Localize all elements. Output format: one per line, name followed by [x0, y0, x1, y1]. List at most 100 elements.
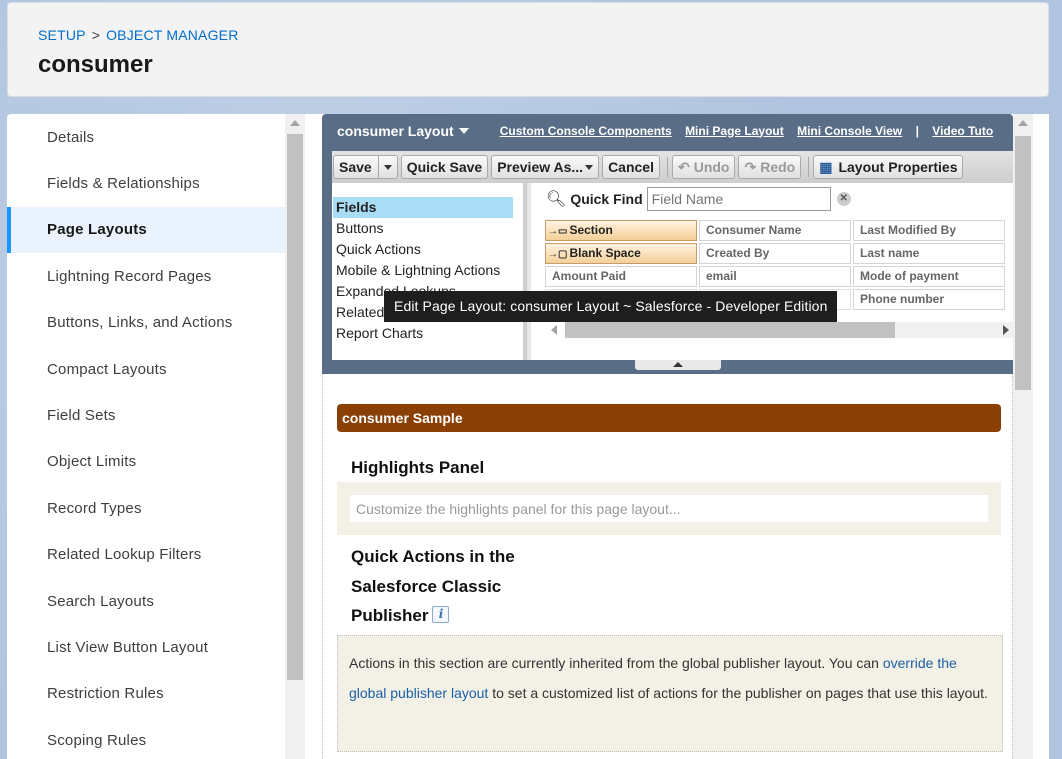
- scroll-up-arrow-icon[interactable]: [1018, 120, 1028, 126]
- redo-label: Redo: [760, 159, 796, 175]
- sidebar-item-compact-layouts[interactable]: Compact Layouts: [7, 346, 285, 392]
- custom-console-components-link[interactable]: Custom Console Components: [500, 124, 672, 138]
- sidebar-item-label: Object Limits: [47, 453, 137, 471]
- collapse-palette-handle[interactable]: [635, 360, 721, 370]
- search-icon: 🔍︎: [546, 191, 567, 208]
- sidebar-item-label: Record Types: [47, 499, 142, 517]
- layout-properties-label: Layout Properties: [838, 159, 958, 175]
- palette-field[interactable]: Amount Paid: [545, 266, 697, 287]
- scroll-left-arrow-icon[interactable]: [551, 325, 557, 335]
- layout-toolbar: Save Quick Save Preview As... Cancel ↶ Un…: [332, 151, 1013, 183]
- layout-selector[interactable]: consumer Layout: [337, 123, 469, 139]
- layout-editor-links: Custom Console Components Mini Page Layo…: [500, 124, 1003, 138]
- quick-actions-title-text: Publisher: [351, 606, 429, 625]
- main-scrollbar[interactable]: [1013, 114, 1033, 759]
- scroll-right-arrow-icon[interactable]: [1003, 325, 1009, 335]
- clear-icon[interactable]: ✕: [836, 192, 851, 206]
- preview-as-label: Preview As...: [497, 159, 584, 175]
- layout-editor-title-bar: consumer Layout Custom Console Component…: [322, 114, 1013, 147]
- scroll-up-arrow-icon[interactable]: [290, 120, 300, 126]
- mini-page-layout-link[interactable]: Mini Page Layout: [685, 124, 784, 138]
- undo-label: Undo: [693, 159, 730, 175]
- sidebar-scroll-thumb[interactable]: [287, 134, 303, 680]
- page-edge: [1033, 114, 1049, 759]
- palette-item-label: Blank Space: [569, 246, 641, 260]
- sidebar-item-buttons-links-actions[interactable]: Buttons, Links, and Actions: [7, 300, 285, 346]
- quick-actions-text: Actions in this section are currently in…: [349, 655, 883, 671]
- sidebar-item-lightning-record-pages[interactable]: Lightning Record Pages: [7, 253, 285, 299]
- breadcrumb-setup-link[interactable]: SETUP: [38, 27, 86, 43]
- sidebar-item-related-lookup-filters[interactable]: Related Lookup Filters: [7, 532, 285, 578]
- palette-field[interactable]: Created By: [699, 243, 851, 264]
- sidebar-item-label: Buttons, Links, and Actions: [47, 314, 233, 332]
- field-grid-row: →▢ Blank Space Created By Last name: [545, 243, 1007, 264]
- sidebar-scrollbar[interactable]: [285, 114, 305, 759]
- sidebar-item-label: Related Lookup Filters: [47, 546, 202, 564]
- palette-scroll-thumb[interactable]: [565, 322, 895, 338]
- palette-field[interactable]: email: [699, 266, 851, 287]
- sidebar: Details Fields & Relationships Page Layo…: [7, 114, 285, 759]
- quick-find-input[interactable]: [646, 187, 831, 211]
- sidebar-item-details[interactable]: Details: [7, 114, 285, 160]
- link-separator: |: [915, 123, 919, 138]
- sidebar-item-label: Compact Layouts: [47, 360, 167, 378]
- layout-properties-button[interactable]: ▦ Layout Properties: [813, 155, 964, 179]
- sidebar-item-label: Page Layouts: [47, 221, 147, 239]
- field-grid-row: →▭ Section Consumer Name Last Modified By: [545, 220, 1007, 241]
- undo-button[interactable]: ↶ Undo: [671, 155, 736, 179]
- breadcrumb-object-manager-link[interactable]: OBJECT MANAGER: [106, 27, 238, 43]
- sidebar-item-label: Details: [47, 128, 95, 146]
- palette-category-quick-actions[interactable]: Quick Actions: [332, 239, 523, 260]
- info-icon[interactable]: i: [432, 606, 450, 623]
- palette-category-report-charts[interactable]: Report Charts: [332, 323, 523, 344]
- quick-actions-title-line: Quick Actions in the: [351, 547, 515, 566]
- sidebar-item-label: Scoping Rules: [47, 731, 147, 749]
- palette-category-buttons[interactable]: Buttons: [332, 218, 523, 239]
- palette-field[interactable]: Mode of payment: [853, 266, 1005, 287]
- palette-item-section[interactable]: →▭ Section: [545, 220, 697, 241]
- section-icon: →▭: [548, 226, 568, 237]
- save-button[interactable]: Save: [333, 155, 398, 179]
- toolbar-divider: [666, 157, 668, 177]
- chevron-down-icon: [383, 164, 392, 170]
- sidebar-item-restriction-rules[interactable]: Restriction Rules: [7, 671, 285, 717]
- cancel-button[interactable]: Cancel: [602, 155, 660, 179]
- redo-button[interactable]: ↷ Redo: [738, 155, 802, 179]
- save-dropdown[interactable]: [377, 156, 392, 178]
- preview-as-button[interactable]: Preview As...: [491, 155, 600, 179]
- tooltip: Edit Page Layout: consumer Layout ~ Sale…: [384, 291, 838, 322]
- quick-save-button[interactable]: Quick Save: [400, 155, 489, 179]
- sidebar-item-object-limits[interactable]: Object Limits: [7, 439, 285, 485]
- main-content: consumer Layout Custom Console Component…: [305, 114, 1049, 759]
- palette-field[interactable]: Last Modified By: [853, 220, 1005, 241]
- palette-item-blank-space[interactable]: →▢ Blank Space: [545, 243, 697, 264]
- toolbar-divider: [808, 157, 810, 177]
- sidebar-item-fields-relationships[interactable]: Fields & Relationships: [7, 160, 285, 206]
- palette-fields-panel: 🔍︎ Quick Find ✕ →▭Section Consumer Name …: [531, 183, 1013, 360]
- sidebar-item-page-layouts[interactable]: Page Layouts: [7, 206, 285, 254]
- sidebar-item-list-view-button-layout[interactable]: List View Button Layout: [7, 624, 285, 670]
- redo-icon: ↷: [744, 158, 757, 175]
- palette-field[interactable]: Last name: [853, 243, 1005, 264]
- page-header: SETUP > OBJECT MANAGER consumer: [7, 2, 1049, 97]
- chevron-down-icon: [585, 164, 594, 170]
- video-tutorial-link[interactable]: Video Tuto: [932, 124, 993, 138]
- quick-find-label: Quick Find: [570, 191, 643, 207]
- sidebar-item-label: List View Button Layout: [47, 638, 209, 656]
- sidebar-item-label: Restriction Rules: [47, 685, 164, 703]
- highlights-panel-customize[interactable]: Customize the highlights panel for this …: [349, 494, 989, 523]
- palette-field[interactable]: Consumer Name: [699, 220, 851, 241]
- palette: Fields Buttons Quick Actions Mobile & Li…: [332, 183, 1013, 360]
- sidebar-item-record-types[interactable]: Record Types: [7, 485, 285, 531]
- palette-field[interactable]: Phone number: [853, 289, 1005, 310]
- palette-horizontal-scrollbar[interactable]: [545, 322, 1013, 338]
- field-grid-row: Amount Paid email Mode of payment: [545, 266, 1007, 287]
- sidebar-item-field-sets[interactable]: Field Sets: [7, 392, 285, 438]
- sidebar-item-label: Field Sets: [47, 407, 116, 425]
- palette-category-fields[interactable]: Fields: [333, 197, 513, 218]
- sidebar-item-search-layouts[interactable]: Search Layouts: [7, 578, 285, 624]
- sidebar-item-scoping-rules[interactable]: Scoping Rules: [7, 717, 285, 759]
- main-scroll-thumb[interactable]: [1015, 136, 1031, 390]
- palette-category-mobile-lightning-actions[interactable]: Mobile & Lightning Actions: [332, 260, 523, 281]
- mini-console-view-link[interactable]: Mini Console View: [797, 124, 902, 138]
